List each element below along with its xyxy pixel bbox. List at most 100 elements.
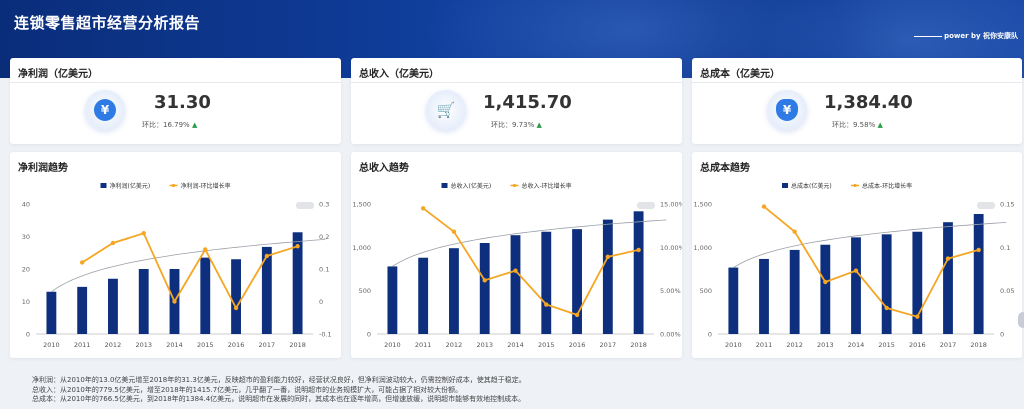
bar [881,234,892,334]
x-tick-label: 2011 [756,341,773,349]
legend-bar-swatch [100,183,107,188]
x-tick-label: 2016 [909,341,926,349]
trend-line [392,219,667,267]
growth-rate-point [295,244,300,249]
y-right-tick-label: 0.15 [1000,201,1014,209]
kpi-ratio-text: 环比：9.58% [832,121,876,129]
bar [789,249,800,334]
y-right-tick-label: 15.00% [660,201,682,209]
y-left-tick-label: 30 [22,233,30,241]
kpi-value: 31.30 [154,92,211,113]
kpi-title: 总收入（亿美元） [359,69,439,80]
legend-bar-label: 总成本(亿美元) [791,182,832,190]
growth-rate-point [451,229,457,234]
money-bag-icon: ¥ [767,90,807,130]
bar [541,231,552,334]
growth-rate-point [420,206,426,211]
kpi-ratio: 环比：9.58% ▲ [832,120,883,130]
y-right-tick-label: 10.00% [660,244,682,252]
legend-line-marker [171,183,176,188]
growth-rate-point [945,256,951,261]
note-total-cost: 总成本：从2010年的766.5亿美元，到2018年的1384.4亿美元，说明超… [32,395,526,403]
growth-rate-point [203,247,208,252]
legend-bar-swatch [441,183,448,188]
growth-rate-point [884,305,889,311]
y-left-tick-label: 1,500 [352,201,371,209]
x-tick-label: 2012 [105,341,122,349]
x-tick-label: 2017 [259,341,276,349]
kpi-ratio-text: 环比：9.73% [491,121,535,129]
growth-rate-point [915,314,920,319]
growth-rate-point [482,278,487,283]
x-tick-label: 2017 [600,341,617,349]
divider [692,82,1022,83]
x-tick-label: 2013 [476,341,493,349]
page-title: 连锁零售超市经营分析报告 [14,14,201,32]
scroll-handle[interactable] [1018,312,1024,328]
up-arrow-icon: ▲ [191,121,198,129]
bar [510,235,521,334]
shopping-cart-icon-glyph: 🛒 [436,101,456,119]
bar [77,286,88,334]
power-by-text: power by 祝你安康队 [944,32,1018,40]
y-right-tick-label: 0.05 [1000,287,1014,295]
bar [820,244,831,334]
x-tick-label: 2018 [289,341,306,349]
growth-rate-point [792,229,797,234]
y-left-tick-label: 0 [26,331,30,339]
x-tick-label: 2018 [630,341,647,349]
x-tick-label: 2010 [384,341,401,349]
bar [108,278,118,334]
bar [572,229,582,334]
kpi-title: 总成本（亿美元） [700,69,780,80]
chart-card-total-cost: 总成本趋势 0 500 1,000 1,500 0 0.05 0.1 0.15 2010 2011… [692,152,1022,358]
growth-rate-point [544,302,549,307]
trend-line [51,239,326,293]
y-left-tick-label: 500 [359,287,371,295]
y-right-tick-label: 0 [1000,331,1004,339]
chart-net-profit: 010203040-0.100.10.20.32010 2011 2012 2013 2… [22,182,332,349]
y-right-tick-label: 5.00% [660,287,681,295]
y-left-tick-label: 0 [708,331,712,339]
up-arrow-icon: ▲ [877,121,883,129]
legend-bar-label: 净利润(亿美元) [110,182,151,190]
growth-rate-point [976,247,981,253]
x-tick-label: 2016 [569,341,586,349]
legend-bar-swatch [782,183,788,188]
chart-card-total-revenue: 总收入趋势 05001,0001,5000.00%5.00%10.00%15.0… [351,152,682,358]
yen-coin-hand-icon: ¥ [85,90,125,130]
legend-line-label: 净利润-环比增长率 [181,182,231,190]
growth-rate-point [636,247,641,253]
bar [200,257,211,334]
growth-rate-point [141,231,146,236]
note-total-revenue: 总收入：从2010年的779.5亿美元，增至2018年的1415.7亿美元，几乎… [32,385,463,394]
bar [387,266,398,334]
x-tick-label: 2014 [166,341,183,349]
bar [138,269,149,334]
growth-rate-point [264,253,270,259]
y-left-tick-label: 10 [22,298,30,306]
y-left-tick-label: 20 [22,266,30,274]
growth-rate-point [110,240,116,246]
y-right-tick-label: 0.1 [319,266,329,274]
y-left-tick-label: 0 [367,331,371,339]
growth-rate-point [761,204,767,209]
legend-bar-label: 总收入(亿美元) [451,182,492,190]
x-tick-label: 2011 [74,341,91,349]
chart-card-net-profit: 净利润趋势 0 10 20 30 40 -0.1 0 0.1 0.2 0.3 2010 2011 201… [10,152,341,358]
bar [728,267,739,334]
legend-line-marker [512,183,517,188]
x-tick-label: 2015 [197,341,214,349]
growth-rate-point [79,260,85,265]
kpi-value: 1,415.70 [483,92,572,113]
money-bag-icon-glyph: ¥ [776,99,798,121]
bar [759,258,769,334]
kpi-card-net-profit: 净利润（亿美元） ¥ 31.30 环比：16.79% ▲ [10,58,341,144]
kpi-card-total-revenue: 总收入（亿美元） 🛒 1,415.70 环比：9.73% ▲ [351,58,682,144]
bar [231,259,241,334]
growth-rate-point [574,312,580,318]
trend-line [733,222,1007,268]
bar [851,237,861,334]
x-tick-label: 2015 [538,341,555,349]
x-tick-label: 2012 [786,341,803,349]
